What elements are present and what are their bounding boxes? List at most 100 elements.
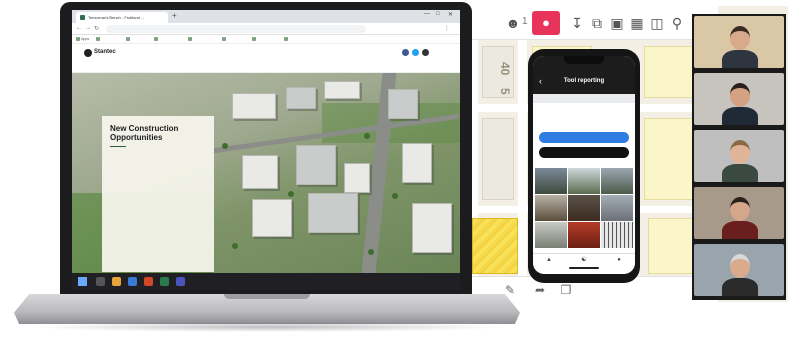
- phone-app-header: ‹ Tool reporting: [533, 70, 635, 94]
- participant-video-tile[interactable]: [694, 16, 784, 68]
- bookmark-item[interactable]: [222, 36, 227, 43]
- facebook-icon[interactable]: [402, 49, 409, 56]
- windows-taskbar: [72, 273, 460, 290]
- profile-icon[interactable]: ●: [615, 256, 623, 264]
- zoom-icon[interactable]: ⚲: [668, 14, 686, 32]
- start-icon[interactable]: [78, 277, 87, 286]
- browser-tab[interactable]: Tomorrow's Bench - Fruitland ...: [76, 12, 168, 23]
- email-icon[interactable]: [422, 49, 429, 56]
- phone-primary-button[interactable]: [539, 132, 629, 143]
- record-icon: ●: [542, 15, 550, 30]
- participant-body: [722, 107, 758, 125]
- building: [412, 203, 452, 253]
- tab-title: Tomorrow's Bench - Fruitland ...: [88, 15, 145, 20]
- map-parcel-highlighted[interactable]: [472, 218, 518, 274]
- search-icon[interactable]: [96, 277, 105, 286]
- building: [286, 87, 316, 109]
- building: [402, 143, 432, 183]
- minimize-icon[interactable]: —: [424, 11, 430, 17]
- building: [344, 163, 370, 193]
- map-toolbar: ☻ 1 ● ↧ ⧉ ▣ ▦ ◫ ⚲: [468, 6, 718, 40]
- building: [324, 81, 360, 99]
- participant-video-tile[interactable]: [694, 73, 784, 125]
- reload-icon[interactable]: ↻: [94, 25, 99, 32]
- photo-thumbnail[interactable]: [535, 222, 567, 248]
- participant-body: [722, 50, 758, 68]
- bookmark-item[interactable]: [126, 36, 131, 43]
- record-button[interactable]: ●: [532, 11, 560, 35]
- folder-icon[interactable]: [112, 277, 121, 286]
- copy-icon[interactable]: ❐: [558, 282, 574, 298]
- back-icon[interactable]: ←: [76, 25, 82, 31]
- photo-thumbnail[interactable]: [601, 195, 633, 221]
- phone-secondary-button[interactable]: [539, 147, 629, 158]
- tree: [368, 249, 374, 255]
- close-icon[interactable]: ✕: [448, 11, 453, 18]
- address-bar: ← → ↻ ⋮: [72, 23, 460, 35]
- new-tab-button[interactable]: +: [172, 11, 177, 20]
- participant-body: [722, 164, 758, 182]
- bookmark-item[interactable]: [284, 36, 289, 43]
- participant-video-tile[interactable]: [694, 130, 784, 182]
- laptop-shadow: [30, 322, 506, 332]
- bookmark-item[interactable]: [252, 36, 257, 43]
- building: [388, 89, 418, 119]
- panel-icon[interactable]: ◫: [648, 14, 666, 32]
- building: [296, 145, 336, 185]
- site-logo[interactable]: Stantec: [94, 49, 116, 55]
- building: [308, 193, 358, 233]
- photo-thumbnail[interactable]: [601, 168, 633, 194]
- photo-thumbnail[interactable]: [568, 195, 600, 221]
- bookmark-item[interactable]: [96, 36, 101, 43]
- tree: [232, 243, 238, 249]
- user-icon[interactable]: ☻: [504, 14, 522, 32]
- map-parcel[interactable]: [482, 118, 514, 200]
- share-icon[interactable]: ➦: [532, 282, 548, 298]
- twitter-icon[interactable]: [412, 49, 419, 56]
- laptop-notch: [224, 294, 310, 299]
- photo-thumbnail[interactable]: [535, 195, 567, 221]
- photo-thumbnail[interactable]: [568, 222, 600, 248]
- info-card: New Construction Opportunities: [102, 116, 214, 272]
- comment-icon[interactable]: ▣: [608, 14, 626, 32]
- bookmarks-bar: Apps: [72, 35, 460, 44]
- map-road-label: 40: [498, 62, 512, 76]
- site-nav: [72, 62, 460, 73]
- tree: [288, 191, 294, 197]
- participant-body: [722, 278, 758, 296]
- bookmark-item[interactable]: Apps: [76, 36, 89, 43]
- tree: [392, 193, 398, 199]
- app-icon[interactable]: [160, 277, 169, 286]
- site-header: Stantec: [72, 44, 460, 62]
- bookmark-item[interactable]: [188, 36, 193, 43]
- forward-icon[interactable]: →: [85, 25, 91, 31]
- photo-thumbnail[interactable]: [568, 168, 600, 194]
- app-icon[interactable]: [144, 277, 153, 286]
- people-icon[interactable]: ☯: [580, 256, 588, 264]
- hero-aerial-rendering: New Construction Opportunities: [72, 73, 460, 273]
- logo-icon[interactable]: [84, 49, 92, 57]
- map-road: [518, 40, 527, 276]
- laptop-screen: Tomorrow's Bench - Fruitland ... + — □ ✕…: [72, 10, 460, 290]
- url-field[interactable]: [106, 25, 366, 33]
- video-participants-panel: [692, 14, 786, 300]
- menu-icon[interactable]: ⋮: [444, 25, 450, 32]
- app-icon[interactable]: [176, 277, 185, 286]
- map-icon[interactable]: ▲: [545, 256, 553, 264]
- participant-face: [730, 26, 750, 50]
- layers-icon[interactable]: ⧉: [588, 14, 606, 32]
- photo-thumbnail[interactable]: [601, 222, 633, 248]
- bookmark-item[interactable]: [154, 36, 159, 43]
- download-icon[interactable]: ↧: [568, 14, 586, 32]
- participant-video-tile[interactable]: [694, 244, 784, 296]
- participant-video-tile[interactable]: [694, 187, 784, 239]
- maximize-icon[interactable]: □: [436, 11, 440, 17]
- phone-screen: ‹ Tool reporting ▲ ☯ ●: [533, 56, 635, 274]
- map-road-label: 5: [498, 88, 512, 95]
- browser-icon[interactable]: [128, 277, 137, 286]
- photo-thumbnail[interactable]: [535, 168, 567, 194]
- composite-scene: 40 5 ☻ 1 ● ↧ ⧉ ▣ ▦ ◫ ⚲ ✎ ➦ ❐ Tomorrow's …: [0, 0, 788, 341]
- phone-title: Tool reporting: [563, 78, 605, 84]
- table-icon[interactable]: ▦: [628, 14, 646, 32]
- participant-face: [730, 254, 750, 278]
